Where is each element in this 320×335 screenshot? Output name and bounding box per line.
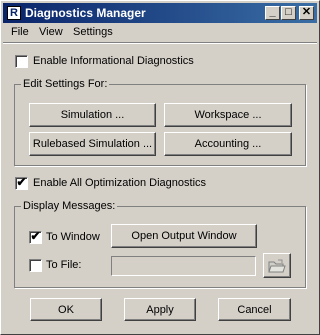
folder-icon	[268, 259, 286, 272]
menu-bar: File View Settings	[3, 23, 317, 41]
accounting-button[interactable]: Accounting ...	[164, 132, 292, 156]
menu-divider	[3, 42, 317, 44]
apply-button-label: Apply	[146, 303, 174, 316]
cancel-button-label: Cancel	[237, 303, 272, 316]
minimize-icon: _	[269, 6, 276, 18]
open-output-window-label: Open Output Window	[131, 230, 237, 242]
file-path-field[interactable]	[111, 256, 256, 276]
title-bar[interactable]: R Diagnostics Manager _ □ ✕	[3, 3, 317, 23]
checkmark-icon: ✔	[16, 175, 27, 189]
edit-settings-title: Edit Settings For:	[21, 78, 110, 90]
apply-button[interactable]: Apply	[124, 298, 196, 321]
rulebased-simulation-button[interactable]: Rulebased Simulation ...	[29, 132, 156, 156]
cancel-button[interactable]: Cancel	[218, 298, 291, 321]
checkmark-icon: ✔	[30, 229, 41, 243]
to-window-checkbox[interactable]: ✔	[29, 229, 42, 244]
dialog-window: R Diagnostics Manager _ □ ✕ File View Se…	[0, 0, 320, 335]
enable-optimization-label[interactable]: Enable All Optimization Diagnostics	[33, 177, 206, 189]
open-output-window-button[interactable]: Open Output Window	[111, 224, 257, 248]
enable-informational-label[interactable]: Enable Informational Diagnostics	[33, 55, 194, 67]
browse-button[interactable]	[263, 253, 291, 278]
workspace-button[interactable]: Workspace ...	[164, 103, 292, 127]
menu-settings[interactable]: Settings	[73, 26, 113, 38]
maximize-icon: □	[285, 6, 292, 18]
ok-button[interactable]: OK	[30, 298, 102, 321]
enable-optimization-checkbox[interactable]: ✔	[15, 175, 28, 190]
enable-informational-checkbox[interactable]	[15, 55, 28, 68]
rulebased-simulation-button-label: Rulebased Simulation ...	[32, 138, 153, 150]
simulation-button-label: Simulation ...	[60, 109, 125, 121]
close-icon: ✕	[301, 6, 312, 18]
maximize-button[interactable]: □	[281, 6, 296, 20]
to-window-label[interactable]: To Window	[46, 231, 100, 243]
accounting-button-label: Accounting ...	[194, 138, 262, 150]
to-file-checkbox[interactable]	[29, 259, 42, 272]
close-button[interactable]: ✕	[299, 6, 314, 20]
menu-file[interactable]: File	[11, 26, 29, 38]
workspace-button-label: Workspace ...	[194, 109, 262, 121]
minimize-button[interactable]: _	[265, 6, 280, 20]
simulation-button[interactable]: Simulation ...	[29, 103, 156, 127]
ok-button-label: OK	[58, 303, 74, 316]
app-icon: R	[7, 6, 21, 20]
display-messages-title: Display Messages:	[21, 200, 118, 212]
window-title: Diagnostics Manager	[25, 6, 146, 20]
to-file-label[interactable]: To File:	[46, 259, 81, 271]
menu-view[interactable]: View	[39, 26, 63, 38]
